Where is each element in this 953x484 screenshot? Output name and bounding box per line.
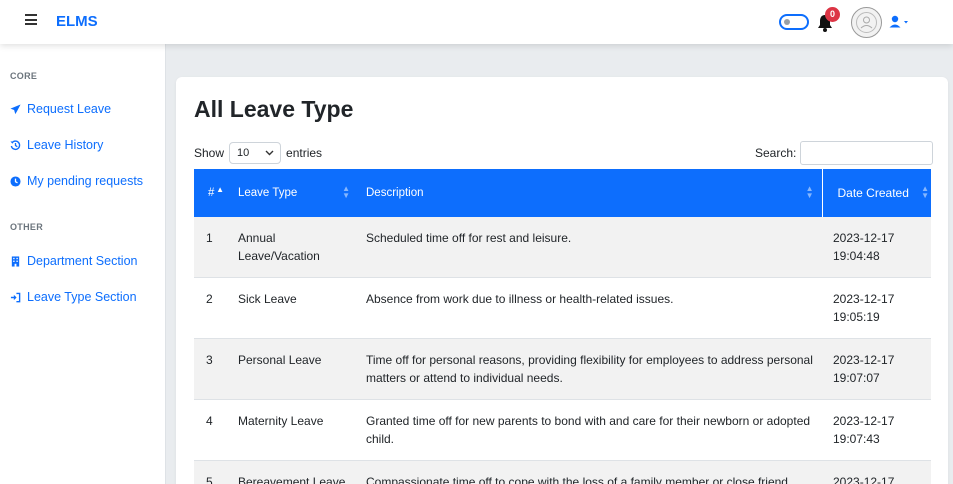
cell-description: Absence from work due to illness or heal… <box>358 277 822 339</box>
sidebar-item-department-section[interactable]: Department Section <box>10 254 137 268</box>
sidebar-item-label: Department Section <box>27 254 138 268</box>
entries-label: entries <box>286 146 323 160</box>
table-row: 3 Personal Leave Time off for personal r… <box>194 338 931 400</box>
notification-count-badge: 0 <box>825 7 840 22</box>
sidebar-item-request-leave[interactable]: Request Leave <box>10 102 111 116</box>
cell-number: 3 <box>194 338 230 400</box>
user-dropdown-icon[interactable] <box>888 14 914 30</box>
table-header-row: # ▲ Leave Type ▲ ▼ Description ▲ ▼ Date Creat… <box>194 169 931 217</box>
column-header-number[interactable]: # ▲ <box>194 169 230 217</box>
page-size-value: 10 <box>237 147 250 159</box>
cell-number: 4 <box>194 399 230 461</box>
page-size-select[interactable]: 10 <box>229 142 282 164</box>
sign-in-icon <box>10 292 21 302</box>
theme-toggle-switch[interactable] <box>779 14 809 30</box>
cell-number: 2 <box>194 277 230 339</box>
search-input[interactable] <box>800 141 934 165</box>
show-label: Show <box>194 146 225 160</box>
table-row: 2 Sick Leave Absence from work due to il… <box>194 277 931 339</box>
column-header-leave-type[interactable]: Leave Type ▲ ▼ <box>230 169 358 217</box>
sidebar-heading-other: OTHER <box>10 222 43 232</box>
cell-description: Time off for personal reasons, providing… <box>358 338 822 400</box>
top-navbar: ELMS 0 <box>0 0 953 44</box>
sidebar-item-leave-history[interactable]: Leave History <box>10 138 103 152</box>
sidebar: CORE Request Leave Leave History My pend… <box>0 44 166 484</box>
cell-description: Scheduled time off for rest and leisure. <box>358 217 822 278</box>
table-row: 1 Annual Leave/Vacation Scheduled time o… <box>194 217 931 278</box>
cell-leave-type: Bereavement Leave <box>230 460 358 484</box>
toggle-knob <box>784 19 790 25</box>
cell-leave-type: Maternity Leave <box>230 399 358 461</box>
cell-leave-type: Sick Leave <box>230 277 358 339</box>
sidebar-heading-core: CORE <box>10 71 38 81</box>
sidebar-item-label: Leave Type Section <box>27 290 137 304</box>
cell-leave-type: Annual Leave/Vacation <box>230 217 358 278</box>
sort-icon: ▲ ▼ <box>921 184 929 200</box>
search-label: Search: <box>755 146 797 160</box>
chevron-down-icon <box>265 150 274 156</box>
cell-description: Compassionate time off to cope with the … <box>358 460 822 484</box>
paper-plane-icon <box>10 103 21 114</box>
cell-description: Granted time off for new parents to bond… <box>358 399 822 461</box>
cell-date-created: 2023-12-17 19:05:19 <box>822 277 931 339</box>
cell-leave-type: Personal Leave <box>230 338 358 400</box>
building-icon <box>11 255 20 267</box>
cell-date-created: 2023-12-17 19:07:07 <box>822 338 931 400</box>
column-header-description[interactable]: Description ▲ ▼ <box>358 169 822 217</box>
sidebar-item-label: Request Leave <box>27 102 112 116</box>
sidebar-item-my-pending-requests[interactable]: My pending requests <box>10 174 143 188</box>
sidebar-item-leave-type-section[interactable]: Leave Type Section <box>10 290 137 304</box>
entries-length-control: Show 10 entries <box>194 142 322 164</box>
cell-date-created: 2023-12-17 <box>822 460 931 484</box>
sort-icon: ▲ ▼ <box>805 184 814 200</box>
sidebar-item-label: Leave History <box>27 138 104 152</box>
leave-type-table: # ▲ Leave Type ▲ ▼ Description ▲ ▼ Date Creat… <box>194 169 931 484</box>
cell-number: 5 <box>194 460 230 484</box>
sort-asc-icon: ▲ <box>216 185 224 194</box>
column-header-date-created[interactable]: Date Created ▲ ▼ <box>821 169 931 217</box>
table-row: 5 Bereavement Leave Compassionate time o… <box>194 460 931 484</box>
table-row: 4 Maternity Leave Granted time off for n… <box>194 399 931 461</box>
page-title: All Leave Type <box>194 96 354 122</box>
cell-date-created: 2023-12-17 19:07:43 <box>822 399 931 461</box>
table-search: Search: <box>755 141 934 165</box>
leave-type-card: All Leave Type Show 10 entries Search: #… <box>176 77 948 484</box>
sort-icon: ▲ ▼ <box>342 184 350 200</box>
hamburger-menu-icon[interactable] <box>25 14 37 26</box>
history-icon <box>10 140 21 150</box>
avatar-image-icon <box>856 12 877 33</box>
cell-date-created: 2023-12-17 19:04:48 <box>822 217 931 278</box>
cell-number: 1 <box>194 217 230 278</box>
sidebar-item-label: My pending requests <box>27 174 144 188</box>
brand-logo[interactable]: ELMS <box>56 13 98 30</box>
clock-icon <box>10 175 21 187</box>
avatar[interactable] <box>851 7 882 38</box>
